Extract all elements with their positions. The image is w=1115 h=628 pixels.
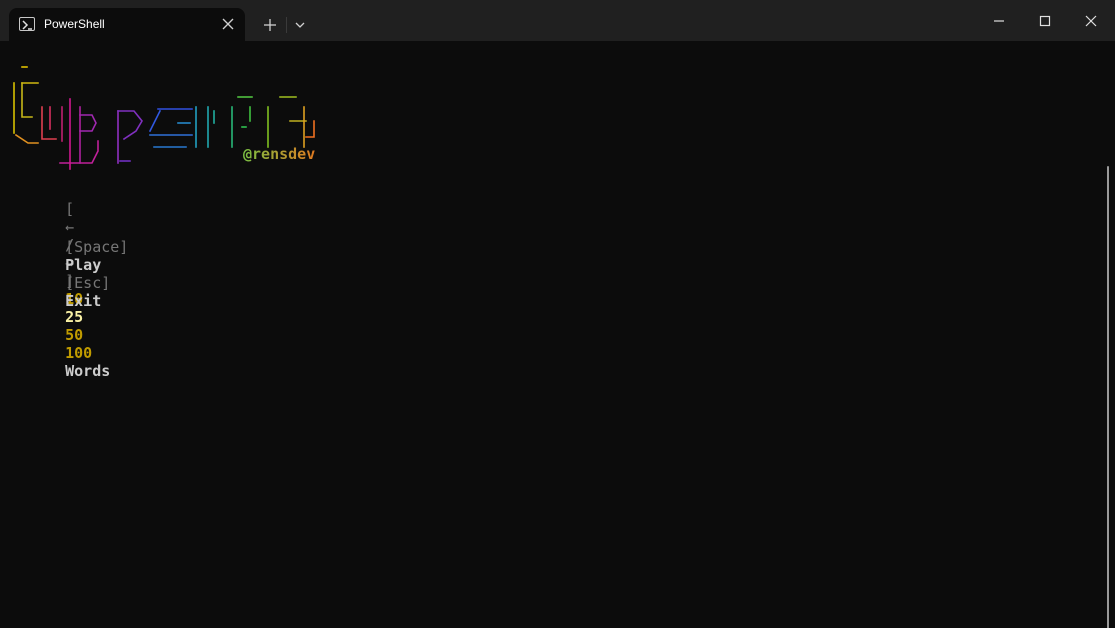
powershell-icon xyxy=(19,17,35,31)
unit-label: Words xyxy=(65,362,111,380)
exit-label[interactable]: Exit xyxy=(65,292,101,310)
plus-icon[interactable] xyxy=(259,14,281,36)
play-key: [Space] xyxy=(65,238,129,256)
minimize-icon[interactable] xyxy=(988,10,1010,32)
bracket-open: [ xyxy=(65,200,75,218)
maximize-icon[interactable] xyxy=(1034,10,1056,32)
exit-key: [Esc] xyxy=(65,274,111,292)
key-hints: [Space] Play [Esc] Exit xyxy=(29,220,156,328)
author-handle: @rensdev xyxy=(243,145,316,163)
chevron-down-icon[interactable] xyxy=(291,14,309,36)
tab-powershell[interactable]: PowerShell xyxy=(9,8,245,41)
scrollbar[interactable] xyxy=(1107,166,1109,628)
close-icon[interactable] xyxy=(219,15,237,33)
tab-title: PowerShell xyxy=(44,17,105,31)
titlebar-divider xyxy=(286,17,287,33)
title-bar: PowerShell xyxy=(0,0,1115,41)
option-50[interactable]: 50 xyxy=(65,326,83,344)
play-label[interactable]: Play xyxy=(65,256,101,274)
terminal-area[interactable]: @rensdev [ ← / → ] 10 25 50 100 Words [S… xyxy=(0,41,1115,628)
close-window-icon[interactable] xyxy=(1080,10,1102,32)
option-100[interactable]: 100 xyxy=(65,344,92,362)
